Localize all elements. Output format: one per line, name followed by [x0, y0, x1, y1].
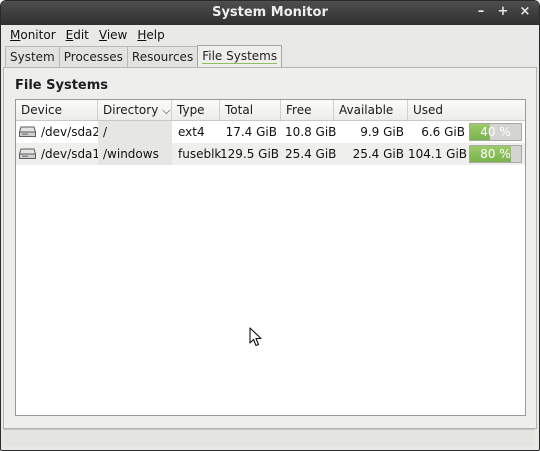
- menu-help-label: elp: [146, 28, 165, 42]
- harddisk-icon: [19, 126, 36, 137]
- section-title: File Systems: [15, 78, 109, 93]
- file-systems-panel: File Systems Device Directory ⌵ Type Tot…: [3, 67, 537, 429]
- total-cell: 129.5 GiB: [220, 147, 280, 161]
- tab-system[interactable]: System: [5, 46, 60, 67]
- window-controls: – + ×: [475, 4, 531, 20]
- menu-view-label: iew: [106, 28, 128, 42]
- column-header-type[interactable]: Type: [172, 100, 220, 120]
- window-title: System Monitor: [212, 5, 328, 20]
- tab-bar: System Processes Resources File Systems: [5, 45, 283, 67]
- device-name: /dev/sda1: [41, 147, 101, 161]
- menu-view-mnemonic: V: [98, 28, 107, 42]
- menu-help[interactable]: Help: [132, 28, 169, 42]
- directory-cell: /windows: [98, 143, 172, 165]
- table-row[interactable]: /dev/sda1 /windows fuseblk 129.5 GiB 25.…: [16, 143, 525, 165]
- menu-edit[interactable]: Edit: [61, 28, 94, 42]
- used-cell: 6.6 GiB: [421, 125, 465, 139]
- column-header-available[interactable]: Available: [334, 100, 408, 120]
- table-header: Device Directory ⌵ Type Total Free Avail…: [16, 100, 525, 121]
- column-header-free[interactable]: Free: [281, 100, 334, 120]
- usage-bar: 40 %: [469, 123, 522, 141]
- column-header-directory[interactable]: Directory ⌵: [98, 100, 172, 120]
- free-cell: 10.8 GiB: [285, 125, 337, 139]
- tab-file-systems[interactable]: File Systems: [197, 45, 283, 67]
- menu-monitor-mnemonic: M: [10, 28, 21, 42]
- usage-percent-label: 80 %: [480, 147, 511, 161]
- column-header-directory-label: Directory: [103, 103, 159, 117]
- directory-cell: /: [98, 121, 172, 143]
- column-header-used[interactable]: Used: [408, 100, 523, 120]
- device-cell: /dev/sda1: [16, 143, 101, 165]
- menu-bar: Monitor Edit View Help: [1, 25, 539, 45]
- minimize-button[interactable]: –: [475, 4, 487, 20]
- menu-view[interactable]: View: [94, 28, 132, 42]
- used-cell: 104.1 GiB: [408, 147, 468, 161]
- status-bar: [3, 429, 535, 446]
- usage-bar: 80 %: [469, 145, 522, 163]
- sort-descending-icon: ⌵: [162, 104, 171, 117]
- maximize-button[interactable]: +: [497, 4, 509, 20]
- device-cell: /dev/sda2: [16, 121, 101, 143]
- column-header-total[interactable]: Total: [220, 100, 281, 120]
- type-cell: fuseblk: [178, 147, 222, 161]
- device-name: /dev/sda2: [41, 125, 101, 139]
- close-button[interactable]: ×: [519, 4, 531, 20]
- tab-file-systems-label: File Systems: [202, 49, 278, 64]
- tab-resources[interactable]: Resources: [126, 46, 199, 67]
- menu-monitor-label: onitor: [20, 28, 56, 42]
- usage-percent-label: 40 %: [480, 125, 511, 139]
- type-cell: ext4: [178, 125, 205, 139]
- file-systems-table: Device Directory ⌵ Type Total Free Avail…: [15, 99, 526, 416]
- tab-processes[interactable]: Processes: [58, 46, 128, 67]
- mouse-pointer-icon: [249, 327, 262, 347]
- harddisk-icon: [19, 148, 36, 159]
- title-bar[interactable]: System Monitor – + ×: [1, 1, 539, 25]
- menu-monitor[interactable]: Monitor: [5, 28, 61, 42]
- available-cell: 9.9 GiB: [360, 125, 404, 139]
- available-cell: 25.4 GiB: [352, 147, 404, 161]
- table-row[interactable]: /dev/sda2 / ext4 17.4 GiB 10.8 GiB 9.9 G…: [16, 121, 525, 143]
- menu-edit-label: dit: [73, 28, 89, 42]
- free-cell: 25.4 GiB: [285, 147, 337, 161]
- system-monitor-window: System Monitor – + × Monitor Edit View H…: [0, 0, 540, 451]
- total-cell: 17.4 GiB: [225, 125, 277, 139]
- column-header-device[interactable]: Device: [16, 100, 98, 120]
